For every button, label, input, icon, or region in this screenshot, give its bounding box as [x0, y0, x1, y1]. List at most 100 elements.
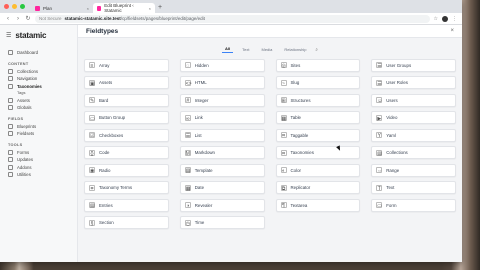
sidebar-item-navigation[interactable]: Navigation: [6, 75, 77, 83]
fieldtype-button[interactable]: ▦ Table: [275, 111, 361, 125]
fieldtype-label: Array: [99, 62, 110, 68]
url-path: /cp/fieldsets/pages/blueprint/edit/page/…: [120, 16, 205, 21]
profile-avatar[interactable]: [442, 15, 448, 22]
bookmark-star-icon[interactable]: ☆: [434, 16, 438, 22]
fieldtype-button[interactable]: ≡ Array: [84, 59, 169, 72]
fieldtype-button[interactable]: Y Yaml: [371, 128, 456, 142]
search-icon[interactable]: ⌕: [315, 47, 318, 52]
filter-media[interactable]: Media: [259, 46, 276, 53]
fieldtype-button[interactable]: T Text: [371, 181, 456, 195]
minimize-window-button[interactable]: [12, 4, 17, 9]
form-icon: ▭: [376, 202, 383, 210]
sidebar-item-blueprints[interactable]: Blueprints: [6, 123, 77, 131]
fieldtype-button[interactable]: ◌ Hidden: [179, 59, 265, 72]
fieldtype-button[interactable]: ☰ User Groups: [371, 59, 456, 72]
close-tab-icon[interactable]: ×: [87, 6, 89, 11]
browser-menu-icon[interactable]: ⋮: [452, 16, 457, 22]
fieldtype-button[interactable]: ▭ Form: [371, 198, 456, 212]
fieldtype-label: Time: [194, 220, 205, 226]
sidebar-item-taxonomies[interactable]: Taxonomies: [6, 83, 77, 91]
brand-logo[interactable]: statamic: [15, 31, 46, 40]
fieldtype-button[interactable]: ∞ Link: [179, 111, 265, 125]
fieldtype-button[interactable]: ◉ Radio: [84, 163, 169, 177]
section-icon: §: [89, 219, 95, 227]
fieldtype-button[interactable]: ⇔ Range: [371, 163, 456, 177]
sidebar-item-label: Dashboard: [17, 50, 39, 56]
maximize-window-button[interactable]: [20, 4, 25, 9]
sidebar-item-addons[interactable]: Addons: [6, 164, 77, 172]
sidebar-item-updates[interactable]: Updates: [6, 156, 77, 164]
sidebar-section-fields: FIELDS: [8, 116, 24, 121]
fieldtype-button[interactable]: ⌗ Taxonomy Terms: [84, 181, 169, 195]
fieldtype-button[interactable]: § Section: [84, 216, 169, 230]
close-window-button[interactable]: [4, 4, 9, 9]
hamburger-menu-icon[interactable]: ☰: [6, 32, 11, 39]
fieldtype-button[interactable]: ☰ List: [179, 128, 265, 142]
sidebar-item-globals[interactable]: Globals: [6, 104, 77, 112]
filter-relationship[interactable]: Relationship: [281, 46, 309, 53]
fieldtype-button[interactable]: ▤ Template: [179, 163, 265, 177]
fieldtype-button[interactable]: {} Code: [84, 146, 169, 160]
fieldtype-button[interactable]: # Integer: [179, 93, 265, 107]
sidebar-item-collections[interactable]: Collections: [6, 68, 77, 76]
fieldtype-label: Color: [290, 167, 302, 173]
fieldtype-button[interactable]: ◑ Revealer: [179, 198, 265, 212]
close-tab-icon[interactable]: ×: [149, 6, 151, 11]
browser-tab-edit-blueprint[interactable]: Edit Blueprint ‹ Statamic ×: [93, 3, 155, 13]
fieldtype-button[interactable]: ▶ Video: [371, 111, 456, 125]
globals-icon: [8, 105, 13, 111]
sidebar-item-dashboard[interactable]: Dashboard: [6, 49, 77, 57]
new-tab-button[interactable]: +: [158, 3, 162, 13]
fieldtype-button[interactable]: ☰ User Roles: [371, 76, 456, 90]
security-indicator[interactable]: Not Secure: [39, 16, 62, 21]
fieldtype-button[interactable]: ⊞ Structures: [275, 93, 361, 107]
addons-icon: [8, 164, 13, 170]
sidebar-item-fieldsets[interactable]: Fieldsets: [6, 130, 77, 138]
sidebar-item-label: Assets: [17, 97, 30, 103]
fieldtype-label: User Roles: [386, 80, 408, 86]
fieldtype-button[interactable]: ⌗ Taxonomies: [275, 146, 361, 160]
browser-tab-plan[interactable]: Plan ×: [31, 3, 93, 13]
sidebar-item-assets[interactable]: Assets: [6, 97, 77, 105]
sidebar-section-content: CONTENT: [8, 61, 29, 66]
template-icon: ▤: [184, 167, 191, 175]
fieldtype-button[interactable]: ▦ Date: [179, 181, 265, 195]
fieldtype-label: Users: [386, 97, 398, 103]
yaml-icon: Y: [376, 132, 383, 140]
fieldtype-label: Button Group: [99, 115, 126, 121]
filter-text[interactable]: Text: [239, 46, 252, 53]
fieldtype-button[interactable]: ⌗ Taggable: [275, 128, 361, 142]
close-panel-icon[interactable]: ×: [450, 28, 454, 34]
fieldtype-button[interactable]: ◐ Color: [275, 163, 361, 177]
fieldtype-button[interactable]: <> HTML: [179, 76, 265, 90]
fieldtype-button[interactable]: ~ Slug: [275, 76, 361, 90]
reload-button[interactable]: ↻: [25, 15, 31, 22]
fieldtype-button[interactable]: ▤ Collections: [371, 146, 456, 160]
fieldsets-icon: [8, 131, 13, 137]
fieldtype-button[interactable]: ⧉ Replicator: [275, 181, 361, 195]
back-button[interactable]: ‹: [5, 16, 11, 22]
fieldtype-button[interactable]: ▭ Button Group: [84, 111, 169, 125]
integer-icon: #: [184, 97, 191, 105]
tab-label: Edit Blueprint ‹ Statamic: [104, 3, 134, 13]
forward-button[interactable]: ›: [15, 16, 21, 22]
fieldtype-label: User Groups: [386, 62, 412, 68]
fieldtype-button[interactable]: ▤ Entries: [84, 198, 169, 212]
fieldtype-button[interactable]: ◎ Sites: [275, 59, 361, 72]
fieldtype-button[interactable]: ☑ Checkboxes: [84, 128, 169, 142]
bard-icon: ✎: [89, 97, 95, 105]
filter-all[interactable]: All: [222, 45, 234, 53]
user-roles-icon: ☰: [376, 79, 383, 87]
fieldtype-button[interactable]: M Markdown: [179, 146, 265, 160]
sidebar-item-label: Addons: [17, 164, 32, 170]
fieldtype-button[interactable]: ¶ Textarea: [275, 198, 361, 212]
fieldtype-button[interactable]: ☺ Users: [371, 93, 456, 107]
sidebar-item-forms[interactable]: Forms: [6, 149, 77, 157]
fieldtype-button[interactable]: ✎ Bard: [84, 93, 169, 107]
fieldtype-button[interactable]: ◷ Time: [179, 216, 265, 230]
sidebar-item-utilities[interactable]: Utilities: [6, 171, 77, 179]
sidebar-item-label: Utilities: [17, 172, 31, 178]
url-field[interactable]: Not Secure statamic-statamic.site.test/c…: [35, 14, 430, 23]
fieldtype-label: Collections: [386, 150, 408, 156]
fieldtype-button[interactable]: ▣ Assets: [84, 76, 169, 90]
